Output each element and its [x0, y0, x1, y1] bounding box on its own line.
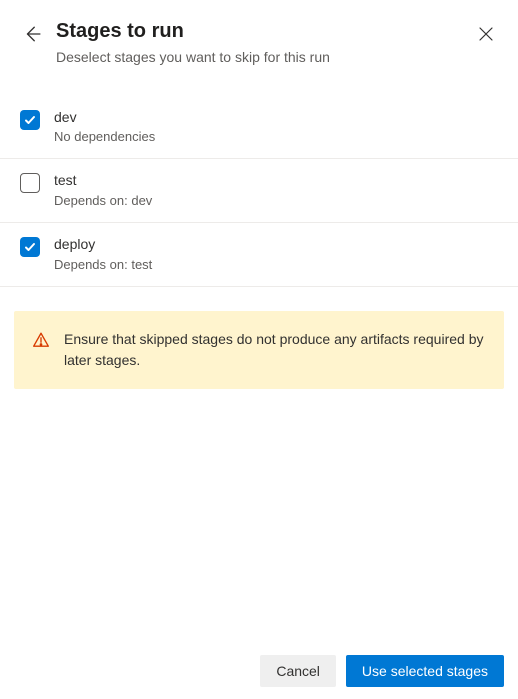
warning-banner: Ensure that skipped stages do not produc… [14, 311, 504, 389]
stage-row-test[interactable]: test Depends on: dev [0, 159, 518, 223]
checkmark-icon [24, 241, 36, 253]
stage-row-deploy[interactable]: deploy Depends on: test [0, 223, 518, 287]
panel-header: Stages to run Deselect stages you want t… [0, 0, 518, 80]
back-arrow-icon [23, 25, 41, 43]
panel-subtitle: Deselect stages you want to skip for thi… [56, 48, 462, 68]
stage-label-block: dev No dependencies [54, 108, 498, 147]
stage-dependencies: No dependencies [54, 128, 498, 146]
stage-checkbox[interactable] [20, 110, 40, 130]
stage-dependencies: Depends on: test [54, 256, 498, 274]
stage-row-dev[interactable]: dev No dependencies [0, 96, 518, 160]
stage-label-block: test Depends on: dev [54, 171, 498, 210]
close-button[interactable] [474, 22, 498, 46]
stage-name: dev [54, 108, 498, 128]
use-selected-stages-button[interactable]: Use selected stages [346, 655, 504, 687]
footer: Cancel Use selected stages [0, 643, 518, 699]
stage-list: dev No dependencies test Depends on: dev… [0, 96, 518, 287]
stage-name: test [54, 171, 498, 191]
stage-checkbox[interactable] [20, 173, 40, 193]
stage-dependencies: Depends on: dev [54, 192, 498, 210]
spacer [0, 389, 518, 643]
back-button[interactable] [20, 22, 44, 46]
checkmark-icon [24, 114, 36, 126]
panel-title: Stages to run [56, 18, 462, 44]
warning-text: Ensure that skipped stages do not produc… [64, 329, 486, 371]
cancel-button[interactable]: Cancel [260, 655, 336, 687]
close-icon [478, 26, 494, 42]
warning-icon [32, 331, 50, 354]
stage-label-block: deploy Depends on: test [54, 235, 498, 274]
stage-checkbox[interactable] [20, 237, 40, 257]
header-text-block: Stages to run Deselect stages you want t… [56, 18, 462, 68]
stage-name: deploy [54, 235, 498, 255]
